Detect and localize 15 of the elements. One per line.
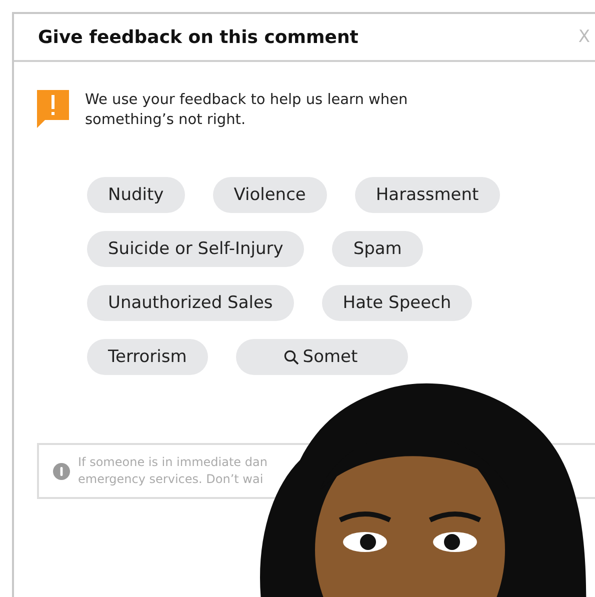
option-chip[interactable]: Harassment bbox=[354, 177, 500, 213]
option-chip[interactable]: Terrorism bbox=[87, 339, 208, 375]
search-option[interactable]: Somet bbox=[236, 339, 408, 375]
intro-text: We use your feedback to help us learn when something’s not right. bbox=[85, 91, 409, 130]
option-chip[interactable]: Suicide or Self-Injury bbox=[87, 231, 304, 267]
info-icon bbox=[53, 462, 70, 480]
option-chip[interactable]: Violence bbox=[212, 177, 327, 213]
search-icon bbox=[284, 350, 299, 364]
option-chip[interactable]: Unauthorized Sales bbox=[87, 285, 294, 321]
option-chip[interactable]: Spam bbox=[332, 231, 423, 267]
notice-text: If someone is in immediate dan emergency services. Don’t wai bbox=[78, 454, 268, 488]
dialog-title: Give feedback on this comment bbox=[38, 26, 358, 48]
alert-icon bbox=[37, 90, 69, 128]
option-chip[interactable]: Hate Speech bbox=[322, 285, 472, 321]
option-chip[interactable]: Nudity bbox=[87, 177, 185, 213]
